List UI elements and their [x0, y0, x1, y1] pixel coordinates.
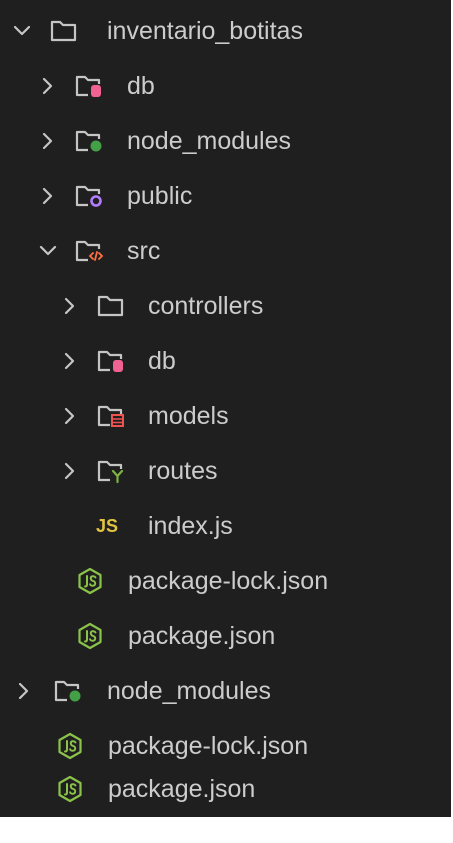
chevron-down-icon: [13, 25, 31, 36]
source-folder-icon: [75, 240, 104, 262]
tree-item-public[interactable]: public: [0, 169, 451, 224]
tree-item-label: models: [148, 402, 229, 430]
nodejs-icon: [78, 622, 102, 650]
folder-open-icon: [50, 20, 77, 42]
node-folder-icon: [75, 130, 102, 152]
tree-item-inventario-botitas[interactable]: inventario_botitas: [0, 4, 451, 59]
tree-item-label: package.json: [128, 622, 276, 650]
tree-item-src-package-json[interactable]: package.json: [0, 609, 451, 664]
tree-item-label: controllers: [148, 292, 264, 320]
chevron-right-icon: [64, 462, 75, 480]
tree-item-src-db[interactable]: db: [0, 334, 451, 389]
explorer-panel: inventario_botitas db node_modules publi…: [0, 0, 451, 817]
javascript-icon: JS: [96, 516, 119, 536]
tree-item-label: node_modules: [127, 127, 292, 155]
tree-item-src[interactable]: src: [0, 224, 451, 279]
tree-item-label: public: [127, 182, 193, 210]
tree-item-db[interactable]: db: [0, 59, 451, 114]
tree-item-controllers[interactable]: controllers: [0, 279, 451, 334]
chevron-right-icon: [42, 132, 53, 150]
database-folder-icon: [75, 75, 101, 97]
tree-item-label: inventario_botitas: [107, 17, 303, 45]
tree-item-models[interactable]: models: [0, 389, 451, 444]
tree-item-label: package-lock.json: [128, 567, 329, 595]
nodejs-icon: [58, 732, 82, 760]
routes-folder-icon: [97, 460, 124, 484]
tree-item-label: package.json: [108, 775, 256, 803]
tree-item-root-node-modules[interactable]: node_modules: [0, 664, 451, 719]
tree-item-label: index.js: [148, 512, 233, 540]
tree-item-node-modules[interactable]: node_modules: [0, 114, 451, 169]
tree-item-label: src: [127, 237, 161, 265]
chevron-right-icon: [18, 682, 29, 700]
tree-item-src-package-lock-json[interactable]: package-lock.json: [0, 554, 451, 609]
database-folder-icon: [97, 350, 123, 372]
tree-item-label: node_modules: [107, 677, 272, 705]
tree-item-label: db: [148, 347, 176, 375]
chevron-right-icon: [42, 187, 53, 205]
tree-item-label: routes: [148, 457, 218, 485]
chevron-down-icon: [39, 245, 57, 256]
node-folder-icon: [54, 680, 81, 702]
tree-item-label: db: [127, 72, 155, 100]
chevron-right-icon: [64, 407, 75, 425]
explorer-file-tree: inventario_botitas db node_modules publi…: [0, 0, 453, 843]
models-folder-icon: [97, 405, 124, 427]
chevron-right-icon: [64, 352, 75, 370]
chevron-right-icon: [64, 297, 75, 315]
folder-icon: [97, 295, 124, 317]
nodejs-icon: [58, 775, 82, 803]
nodejs-icon: [78, 567, 102, 595]
tree-item-root-package-json[interactable]: package.json: [0, 762, 451, 817]
tree-item-routes[interactable]: routes: [0, 444, 451, 499]
chevron-right-icon: [42, 77, 53, 95]
tree-item-index-js[interactable]: JS index.js: [0, 499, 451, 554]
public-folder-icon: [75, 185, 102, 207]
